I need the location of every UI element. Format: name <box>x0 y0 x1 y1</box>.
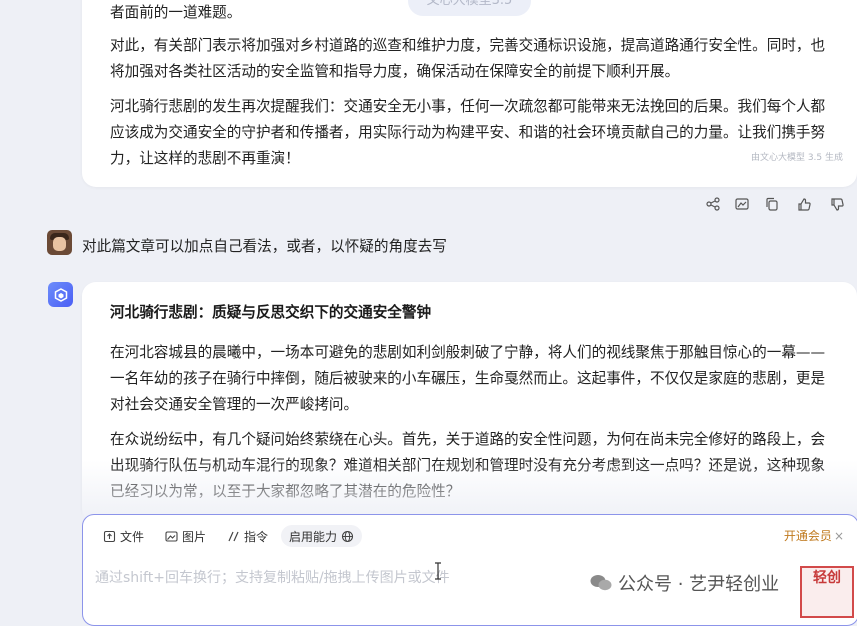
text-cursor-icon <box>435 562 441 580</box>
bot-avatar <box>48 282 73 307</box>
previous-answer-card: 者面前的一道难题。 对此，有关部门表示将加强对乡村道路的巡查和维护力度，完善交通… <box>82 0 857 187</box>
thumbs-down-icon[interactable] <box>828 195 846 213</box>
model-badge[interactable]: 文心大模型3.5 <box>408 0 531 16</box>
watermark-stamp: 轻创 <box>800 566 854 618</box>
command-tool-button[interactable]: 指令 <box>227 525 268 547</box>
share-icon[interactable] <box>704 195 722 213</box>
watermark-text: 公众号 · 艺尹轻创业 <box>618 574 780 595</box>
generated-by-note: 由文心大模型 3.5 生成 <box>750 153 843 163</box>
globe-icon <box>341 530 354 543</box>
thumbs-up-icon[interactable] <box>795 195 813 213</box>
file-tool-label: 文件 <box>120 529 145 544</box>
answer-heading: 河北骑行悲剧：质疑与反思交织下的交通安全警钟 <box>110 304 432 321</box>
user-avatar <box>47 230 72 255</box>
answer-paragraph: 对此，有关部门表示将加强对乡村道路的巡查和维护力度，完善交通标识设施，提高道路通… <box>110 37 826 80</box>
vip-link-label: 开通会员 <box>783 529 832 543</box>
image-icon[interactable] <box>733 195 751 213</box>
image-tool-label: 图片 <box>182 529 207 544</box>
answer-paragraph: 在河北容城县的晨曦中，一场本可避免的悲剧如利剑般刺破了宁静，将人们的视线聚焦于那… <box>110 344 826 413</box>
watermark: 公众号 · 艺尹轻创业 <box>590 570 779 596</box>
file-icon <box>103 530 116 543</box>
user-message: 对此篇文章可以加点自己看法，或者，以怀疑的角度去写 <box>82 238 447 255</box>
command-tool-label: 指令 <box>244 529 269 544</box>
image-icon <box>165 530 178 543</box>
wechat-icon <box>590 575 612 591</box>
scroll-fade <box>82 460 857 518</box>
image-tool-button[interactable]: 图片 <box>165 525 206 547</box>
copy-icon[interactable] <box>763 195 781 213</box>
vip-link[interactable]: 开通会员 × <box>784 527 844 544</box>
answer-paragraph: 河北骑行悲剧的发生再次提醒我们：交通安全无小事，任何一次疏忽都可能带来无法挽回的… <box>110 98 826 167</box>
file-tool-button[interactable]: 文件 <box>103 525 144 547</box>
command-icon <box>227 530 240 543</box>
close-icon[interactable]: × <box>834 529 844 543</box>
composer-placeholder: 通过shift+回车换行；支持复制粘贴/拖拽上传图片或文件 <box>95 570 450 586</box>
capability-label: 启用能力 <box>289 529 338 544</box>
bot-logo-icon <box>54 287 67 302</box>
enable-capability-button[interactable]: 启用能力 <box>281 525 363 547</box>
